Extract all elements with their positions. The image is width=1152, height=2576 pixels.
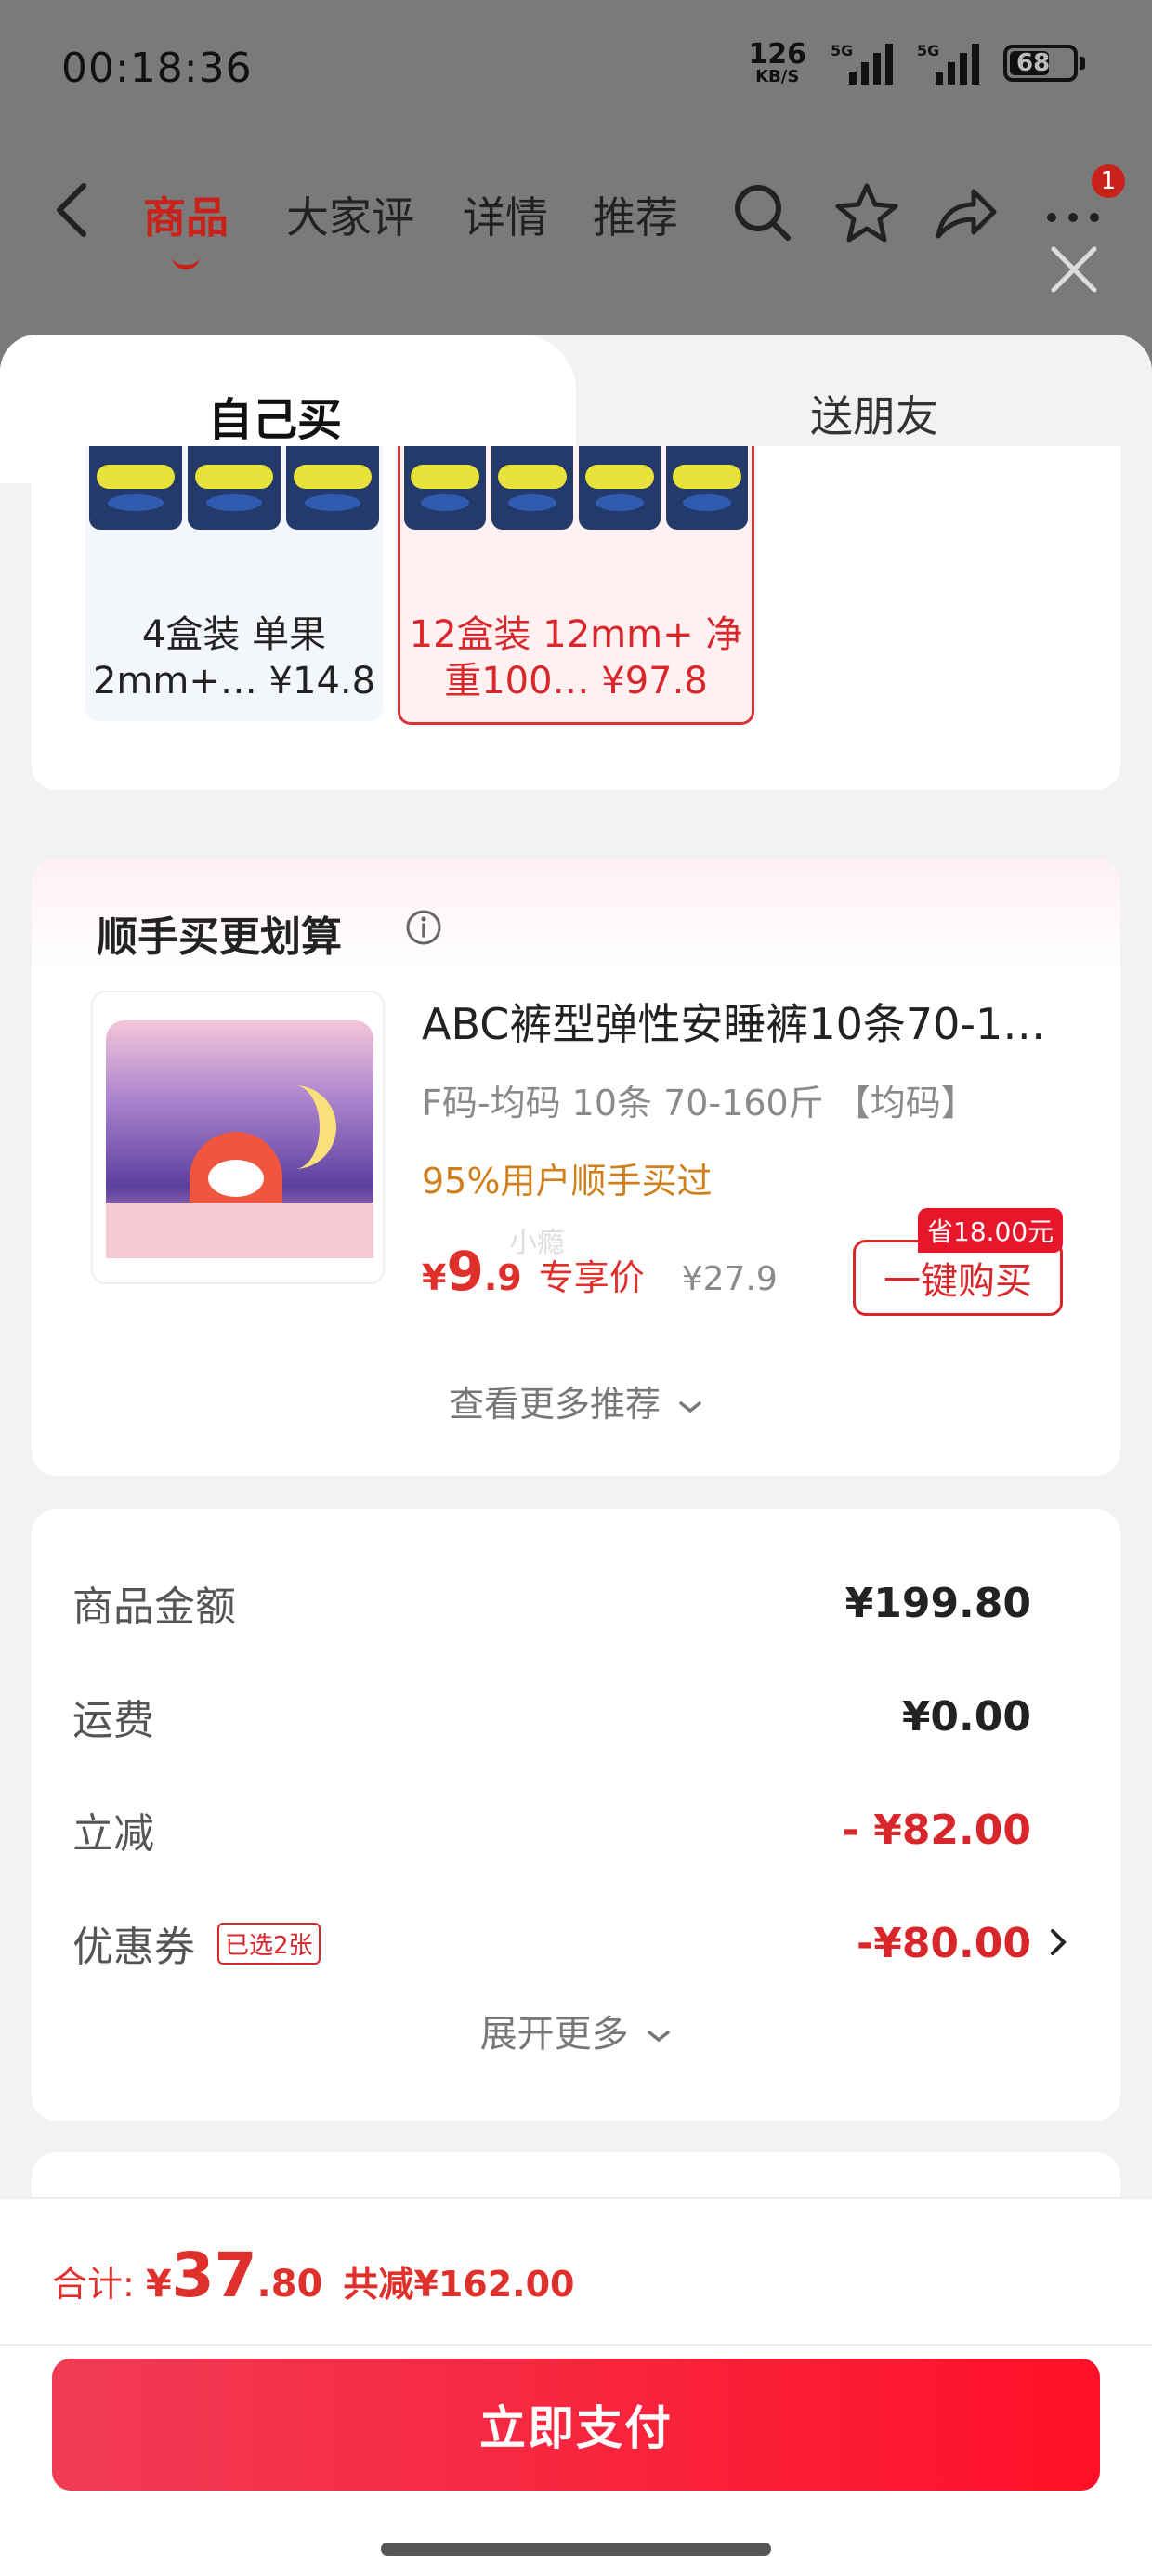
summary-row-subtotal: 商品金额 ¥199.80 [72, 1571, 1031, 1636]
more-recommendations-label: 查看更多推荐 [448, 1384, 661, 1425]
addon-product-name[interactable]: ABC裤型弹性安睡裤10条70-1… [422, 991, 1081, 1052]
summary-label-wrap: 优惠券 已选2张 [72, 1913, 321, 1973]
status-bar: 00:18:36 126 KB/S 5G 5G 68 [0, 0, 1152, 130]
variant-option[interactable]: 4盒装 单果 2mm+… ¥14.8 [85, 446, 383, 721]
summary-value: ¥0.00 [901, 1692, 1031, 1741]
coupon-selected-tag: 已选2张 [217, 1922, 321, 1965]
summary-label: 商品金额 [72, 1584, 236, 1631]
addon-price: ¥ 9 .9 专享价 ¥27.9 [422, 1240, 778, 1303]
back-arrow-icon[interactable] [52, 180, 93, 240]
signal-label: 5G [917, 42, 940, 59]
divider [0, 2344, 1152, 2346]
signal-label: 5G [831, 42, 854, 59]
tab-details[interactable]: 详情 [463, 184, 548, 245]
battery-level: 68 [1016, 49, 1051, 77]
info-icon[interactable] [405, 909, 442, 946]
variant-label-text: 12盒装 12mm+ 净 重100… ¥97.8 [409, 613, 743, 703]
status-time: 00:18:36 [61, 45, 253, 92]
addon-product-spec: F码-均码 10条 70-160斤 【均码】 [422, 1083, 976, 1124]
summary-label: 优惠券 [72, 1924, 195, 1971]
checkout-bar: 合计: ¥ 37 .80 共减¥162.00 立即支付 [0, 2197, 1152, 2576]
summary-value: -¥80.00 [856, 1919, 1031, 1967]
original-price: ¥27.9 [681, 1260, 778, 1298]
summary-label: 立减 [72, 1810, 154, 1858]
price-summary-card: 商品金额 ¥199.80 运费 ¥0.00 立减 - ¥82.00 优惠券 已选… [32, 1509, 1120, 2121]
addon-title: 顺手买更划算 [97, 913, 342, 961]
battery-icon: 68 [1003, 45, 1085, 82]
notification-badge: 1 [1089, 162, 1128, 201]
close-icon[interactable] [1048, 243, 1100, 296]
network-speed-value: 126 [748, 38, 806, 71]
order-total: 合计: ¥ 37 .80 共减¥162.00 [52, 2240, 574, 2311]
total-decimal: .80 [256, 2263, 323, 2306]
smile-icon [172, 256, 200, 269]
pay-now-button[interactable]: 立即支付 [52, 2359, 1100, 2491]
total-integer: 37 [171, 2240, 257, 2311]
chevron-right-icon[interactable] [1044, 1924, 1072, 1961]
total-label: 合计: [52, 2264, 135, 2305]
signal-icon: 5G [917, 42, 979, 85]
tab-gift-label: 送朋友 [810, 391, 938, 441]
addon-product-image[interactable] [91, 991, 385, 1284]
tab-product-label: 商品 [143, 192, 229, 243]
total-savings: 共减¥162.00 [343, 2264, 575, 2305]
summary-value: ¥199.80 [844, 1579, 1031, 1627]
price-currency: ¥ [422, 1257, 447, 1298]
expand-more-label: 展开更多 [479, 2013, 629, 2056]
tab-self-label: 自己买 [208, 394, 343, 446]
summary-row-discount: 立减 - ¥82.00 [72, 1797, 1031, 1862]
summary-value: - ¥82.00 [842, 1806, 1031, 1854]
price-decimal: .9 [483, 1257, 522, 1298]
variant-label-text: 4盒装 单果 2mm+… ¥14.8 [92, 613, 376, 703]
chevron-down-icon [648, 2031, 671, 2043]
variant-option-selected[interactable]: 12盒装 12mm+ 净 重100… ¥97.8 [398, 446, 754, 725]
variant-label: 4盒装 单果 2mm+… ¥14.8 [85, 611, 383, 704]
summary-row-shipping: 运费 ¥0.00 [72, 1684, 1031, 1749]
expand-more-link[interactable]: 展开更多 [32, 2004, 1120, 2057]
status-indicators: 126 KB/S 5G 5G 68 [748, 41, 1085, 85]
signal-icon: 5G [831, 42, 893, 85]
variant-label: 12盒装 12mm+ 净 重100… ¥97.8 [400, 611, 752, 704]
tab-reviews[interactable]: 大家评 [286, 184, 414, 245]
price-integer: 9 [446, 1240, 484, 1303]
share-icon[interactable] [933, 180, 998, 245]
variant-image [400, 446, 752, 530]
network-speed-unit: KB/S [755, 67, 800, 86]
tab-product[interactable]: 商品 [143, 184, 229, 269]
variant-image [85, 446, 383, 530]
summary-label: 运费 [72, 1697, 154, 1744]
chevron-down-icon [679, 1400, 701, 1413]
addon-recommendation-card: 顺手买更划算 ABC裤型弹性安睡裤10条70-1… F码-均码 10条 70-1… [32, 859, 1120, 1476]
star-icon[interactable] [834, 180, 899, 245]
search-icon[interactable] [730, 180, 795, 245]
product-nav-bar: 商品 大家评 详情 推荐 1 [0, 158, 1152, 269]
home-indicator[interactable] [381, 2543, 771, 2556]
variant-selector: 4盒装 单果 2mm+… ¥14.8 12盒装 12mm+ 净 重100… ¥9… [32, 446, 1120, 790]
addon-purchase-rate: 95%用户顺手买过 [422, 1161, 713, 1202]
network-speed: 126 KB/S [748, 41, 806, 85]
more-recommendations-link[interactable]: 查看更多推荐 [32, 1375, 1120, 1426]
total-currency: ¥ [145, 2263, 172, 2306]
savings-badge: 省18.00元 [918, 1208, 1064, 1253]
price-tag: 专享价 [538, 1257, 645, 1298]
summary-row-coupon[interactable]: 优惠券 已选2张 -¥80.00 [72, 1911, 1031, 1976]
tab-recommend[interactable]: 推荐 [593, 184, 678, 245]
